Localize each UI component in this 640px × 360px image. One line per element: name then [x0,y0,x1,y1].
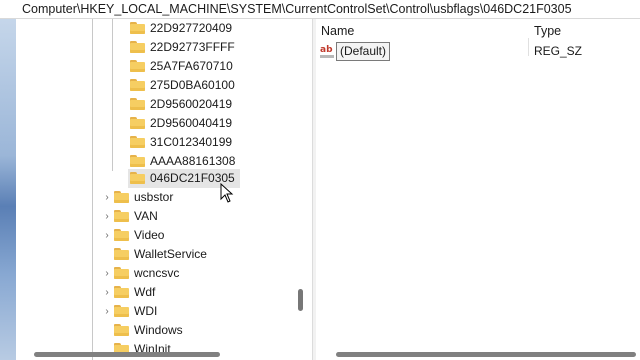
tree-item-key[interactable]: Video [114,226,164,245]
tree-item-label: wcncsvc [134,266,180,280]
registry-values-pane[interactable]: Name Type ab (Default) REG_SZ [316,19,640,360]
registry-key-tree[interactable]: 22D927720409 22D92773FFFF 25A7FA670710 2… [16,19,312,360]
tree-item-label: VAN [134,209,158,223]
tree-item-subkey[interactable]: 31C012340199 [130,133,232,152]
value-name: (Default) [336,42,391,61]
desktop-background-strip [0,19,16,360]
folder-icon [130,136,145,149]
chevron-right-icon[interactable]: › [102,188,112,207]
folder-icon [130,155,145,168]
tree-item-subkey[interactable]: 22D927720409 [130,19,232,38]
tree-vertical-scrollbar-thumb[interactable] [298,289,303,311]
tree-guide-line [92,19,93,360]
column-header-name[interactable]: Name [321,24,354,38]
tree-item-key[interactable]: usbstor [114,188,173,207]
folder-icon [114,248,129,261]
tree-guide-line [112,19,113,171]
tree-item-label: 25A7FA670710 [150,59,233,73]
tree-item-label: WalletService [134,247,207,261]
value-row[interactable]: ab (Default) REG_SZ [316,42,636,61]
chevron-right-icon[interactable]: › [102,226,112,245]
tree-item-label: usbstor [134,190,174,204]
tree-item-label: Video [134,228,165,242]
folder-icon [114,229,129,242]
tree-item-key[interactable]: VAN [114,207,158,226]
tree-item-label: 2D9560020419 [150,97,233,111]
folder-icon [114,286,129,299]
address-path: Computer\HKEY_LOCAL_MACHINE\SYSTEM\Curre… [22,2,572,16]
folder-icon [130,172,145,185]
tree-item-key[interactable]: Wdf [114,283,155,302]
chevron-right-icon[interactable]: › [102,207,112,226]
tree-item-label: 22D927720409 [150,21,233,35]
folder-icon [130,117,145,130]
tree-item-subkey[interactable]: 2D9560020419 [130,95,232,114]
chevron-right-icon[interactable]: › [102,264,112,283]
tree-item-label: WDI [134,304,158,318]
tree-item-label: 22D92773FFFF [150,40,235,54]
value-type: REG_SZ [534,44,583,58]
tree-item-key[interactable]: wcncsvc [114,264,179,283]
tree-item-subkey[interactable]: 22D92773FFFF [130,38,235,57]
folder-icon [114,191,129,204]
folder-icon [130,41,145,54]
address-bar[interactable]: Computer\HKEY_LOCAL_MACHINE\SYSTEM\Curre… [0,0,640,19]
folder-icon [130,60,145,73]
mouse-pointer-icon [220,183,234,203]
tree-item-key[interactable]: WDI [114,302,157,321]
folder-icon [114,210,129,223]
folder-icon [114,324,129,337]
tree-item-key[interactable]: WalletService [114,245,207,264]
tree-item-label: 275D0BA60100 [150,78,235,92]
tree-item-label: Windows [134,323,183,337]
tree-horizontal-scrollbar-thumb[interactable] [34,352,220,357]
tree-item-subkey[interactable]: 25A7FA670710 [130,57,233,76]
values-horizontal-scrollbar-thumb[interactable] [336,352,636,357]
chevron-right-icon[interactable]: › [102,302,112,321]
folder-icon [130,22,145,35]
tree-item-label: AAAA88161308 [150,154,236,168]
folder-icon [114,305,129,318]
folder-icon [130,79,145,92]
tree-item-subkey[interactable]: 275D0BA60100 [130,76,235,95]
column-header-type[interactable]: Type [534,24,561,38]
tree-item-key[interactable]: Windows [114,321,183,340]
tree-item-label: 31C012340199 [150,135,233,149]
folder-icon [130,98,145,111]
tree-item-label: 2D9560040419 [150,116,233,130]
chevron-right-icon[interactable]: › [102,283,112,302]
tree-item-label: Wdf [134,285,156,299]
folder-icon [114,267,129,280]
tree-item-subkey[interactable]: 2D9560040419 [130,114,232,133]
ab-string-icon: ab [320,45,334,58]
